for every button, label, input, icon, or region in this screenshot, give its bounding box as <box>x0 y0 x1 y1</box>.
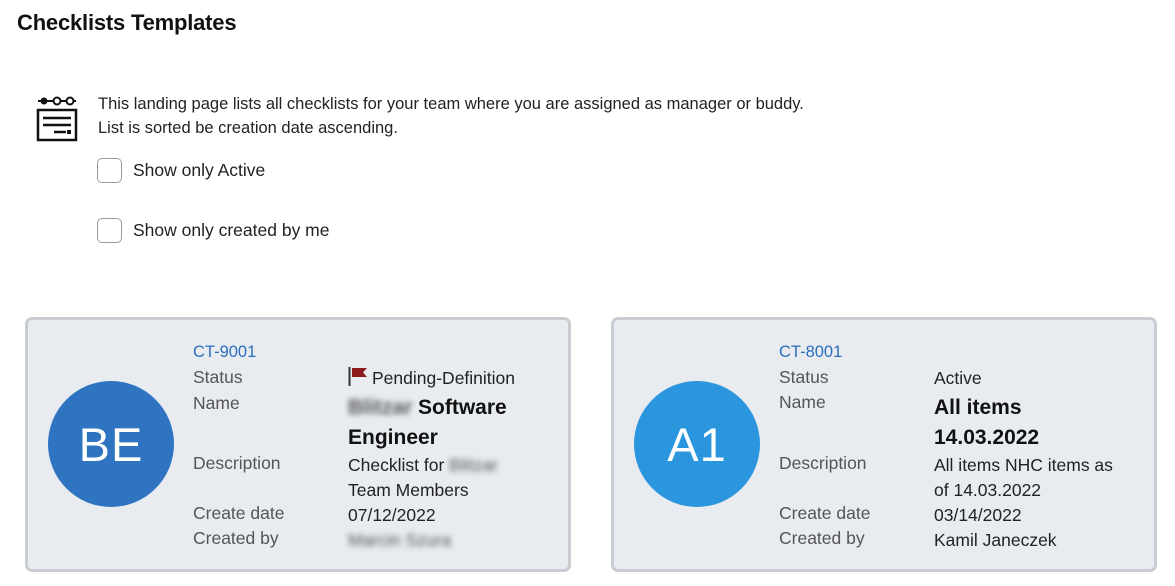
create-date-value: 07/12/2022 <box>348 505 436 525</box>
created-by-label: Created by <box>193 528 279 548</box>
name-blurred: Blitzar <box>348 396 413 419</box>
checklist-id-link[interactable]: CT-8001 <box>779 343 842 362</box>
create-date-value: 03/14/2022 <box>934 505 1022 525</box>
description-label: Description <box>193 453 281 473</box>
checklist-id-link[interactable]: CT-9001 <box>193 343 256 362</box>
avatar: A1 <box>634 381 760 507</box>
filter-show-only-created-by-me[interactable]: Show only created by me <box>97 218 330 243</box>
info-text: This landing page lists all checklists f… <box>98 92 804 140</box>
status-value: Active <box>934 368 982 388</box>
name-label: Name <box>779 392 826 412</box>
created-by-label: Created by <box>779 528 865 548</box>
status-value: Pending-Definition <box>348 366 515 391</box>
description-label: Description <box>779 453 867 473</box>
name-value: All items 14.03.2022 <box>934 396 1040 449</box>
checklist-card-ct-8001[interactable]: A1 CT-8001 Status Active Name All items … <box>611 317 1157 572</box>
show-only-created-by-me-checkbox[interactable] <box>97 218 122 243</box>
page-title: Checklists Templates <box>17 10 237 35</box>
create-date-label: Create date <box>193 503 285 523</box>
checklist-settings-icon <box>36 96 78 142</box>
show-only-created-by-me-label: Show only created by me <box>133 220 330 240</box>
description-value: Checklist for Blitzar Team Members <box>348 453 538 503</box>
name-label: Name <box>193 393 240 413</box>
description-value: All items NHC items as of 14.03.2022 <box>934 455 1113 500</box>
flag-icon <box>348 367 367 386</box>
status-label: Status <box>779 367 829 387</box>
description-suffix: Team Members <box>348 480 469 500</box>
info-line-2: List is sorted be creation date ascendin… <box>98 119 398 137</box>
description-prefix: Checklist for <box>348 455 445 475</box>
created-by-value: Kamil Janeczek <box>934 530 1057 550</box>
avatar: BE <box>48 381 174 507</box>
info-line-1: This landing page lists all checklists f… <box>98 95 804 113</box>
status-label: Status <box>193 367 243 387</box>
created-by-value: Marcin Szura <box>348 530 452 550</box>
checklist-card-ct-9001[interactable]: BE CT-9001 Status Pending-Definition Nam… <box>25 317 571 572</box>
show-only-active-checkbox[interactable] <box>97 158 122 183</box>
create-date-label: Create date <box>779 503 871 523</box>
status-text: Pending-Definition <box>372 368 516 388</box>
filter-show-only-active[interactable]: Show only Active <box>97 158 265 183</box>
name-value: Blitzar Software Engineer <box>348 393 548 453</box>
description-blurred: Blitzar <box>449 455 498 475</box>
show-only-active-label: Show only Active <box>133 160 266 180</box>
